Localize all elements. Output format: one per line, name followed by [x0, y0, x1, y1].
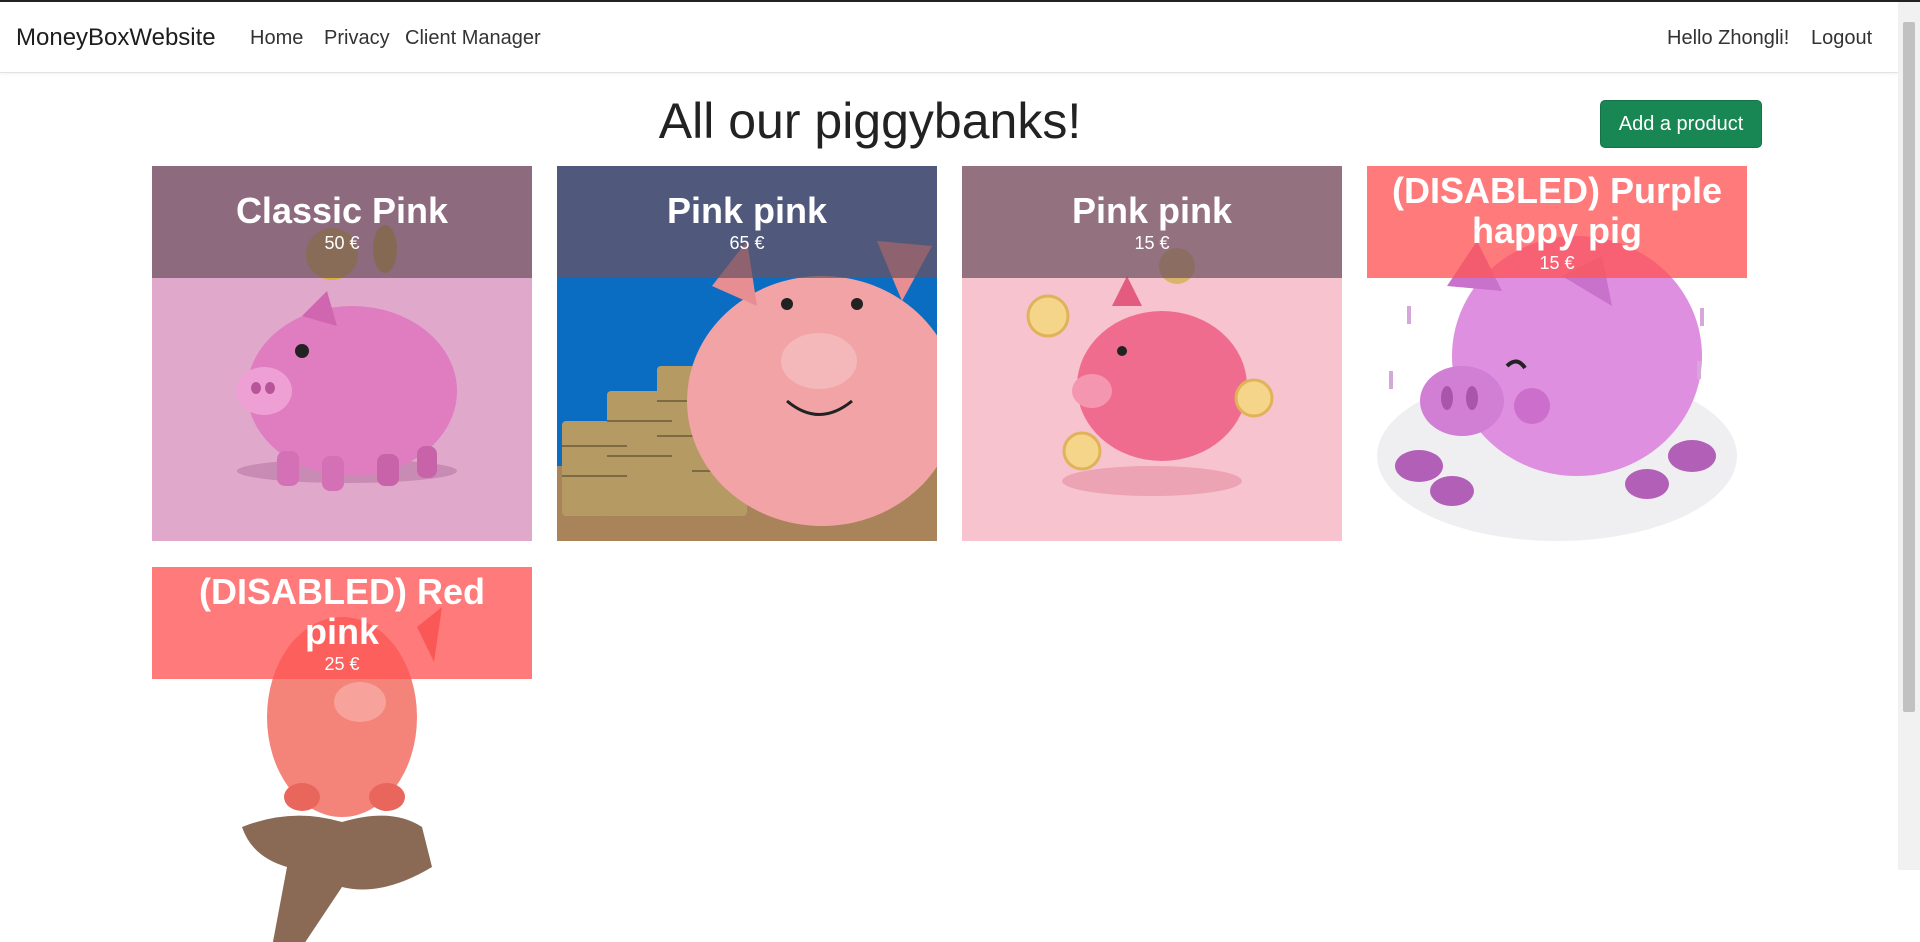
product-price: 65 €: [729, 232, 765, 253]
product-name: Pink pink: [666, 189, 828, 231]
product-price: 15 €: [1134, 232, 1170, 253]
product-name: (DISABLED) Purple happy pig: [1391, 169, 1722, 251]
nav-home-link[interactable]: Home: [250, 27, 303, 50]
brand-link[interactable]: MoneyBoxWebsite: [16, 24, 216, 52]
nav-privacy-link[interactable]: Privacy: [324, 27, 390, 50]
logout-link[interactable]: Logout: [1811, 27, 1872, 50]
product-caption: Classic Pink 50 €: [152, 166, 532, 278]
product-name: (DISABLED) Red pink: [199, 570, 485, 652]
product-card-pink-pink-15[interactable]: Pink pink 15 €: [962, 166, 1342, 541]
product-price: 15 €: [1539, 252, 1575, 273]
page-title: All our piggybanks!: [658, 93, 1082, 149]
product-card-purple-happy-pig[interactable]: (DISABLED) Purple happy pig 15 €: [1367, 166, 1747, 541]
product-card-classic-pink[interactable]: Classic Pink 50 €: [152, 166, 532, 541]
product-name: Classic Pink: [235, 189, 449, 231]
product-name: Pink pink: [1071, 189, 1233, 231]
user-greeting-link[interactable]: Hello Zhongli!: [1667, 27, 1789, 50]
add-product-button[interactable]: Add a product: [1600, 100, 1762, 148]
product-price: 50 €: [324, 232, 360, 253]
product-caption: (DISABLED) Red pink 25 €: [152, 567, 532, 679]
product-caption: Pink pink 65 €: [557, 166, 937, 278]
product-caption: Pink pink 15 €: [962, 166, 1342, 278]
product-price: 25 €: [324, 653, 360, 674]
product-card-pink-pink-65[interactable]: Pink pink 65 €: [557, 166, 937, 541]
product-card-red-pink[interactable]: (DISABLED) Red pink 25 €: [152, 567, 532, 942]
scrollbar-thumb[interactable]: [1903, 22, 1915, 712]
nav-client-manager-link[interactable]: Client Manager: [405, 27, 541, 50]
navbar: MoneyBoxWebsite Home Privacy Client Mana…: [0, 2, 1898, 73]
vertical-scrollbar[interactable]: [1898, 2, 1920, 870]
product-caption: (DISABLED) Purple happy pig 15 €: [1367, 166, 1747, 278]
